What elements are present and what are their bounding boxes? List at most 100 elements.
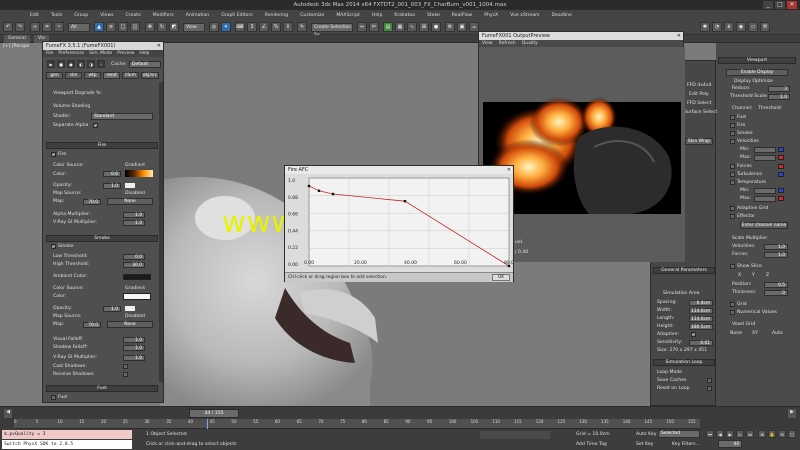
- key-filters-button[interactable]: Key Filters...: [672, 442, 700, 447]
- close-icon[interactable]: ✕: [507, 166, 511, 174]
- voxel-none-option[interactable]: None: [730, 331, 742, 336]
- menu-stoke[interactable]: Stoke: [421, 13, 446, 18]
- curve-editor-icon[interactable]: ∿: [407, 22, 417, 32]
- reduce-field[interactable]: 3: [768, 86, 790, 92]
- spinner-snap-icon[interactable]: ⇕: [283, 22, 293, 32]
- tab-wtp[interactable]: wtp: [84, 72, 101, 79]
- height-field[interactable]: 180.5cm: [689, 324, 713, 330]
- adaptive-grid-checkbox[interactable]: [730, 206, 735, 211]
- previous-frame-icon[interactable]: ◀: [716, 430, 724, 438]
- viewport-rollout[interactable]: Viewport: [718, 57, 796, 64]
- temperature-min-field[interactable]: [754, 188, 776, 194]
- forces-scale-field[interactable]: 1.0: [764, 252, 788, 258]
- go-to-end-icon[interactable]: ⏭: [746, 430, 754, 438]
- render-setup-icon[interactable]: ⚙: [445, 22, 455, 32]
- ffd-label[interactable]: FFD 4x4x4: [687, 83, 712, 88]
- reset-on-loop-checkbox[interactable]: [707, 386, 712, 391]
- select-manipulate-icon[interactable]: ✦: [221, 22, 231, 32]
- fumefx-titlebar[interactable]: FumeFX 3.5.1 (FumeFX001) ✕: [43, 42, 163, 50]
- menu-group[interactable]: Group: [68, 13, 94, 18]
- menu-maxscript[interactable]: MAXScript: [330, 13, 366, 18]
- thickness-field[interactable]: 0: [764, 290, 788, 296]
- menu-graph-editors[interactable]: Graph Editors: [215, 13, 259, 18]
- smoke-map-field[interactable]: 70.0: [83, 322, 101, 328]
- position-field[interactable]: 0.5: [764, 282, 788, 288]
- separate-alpha-checkbox[interactable]: ✔: [93, 123, 98, 128]
- maximize-viewport-icon[interactable]: ▢: [788, 430, 796, 438]
- fire-afc-titlebar[interactable]: Fire AFC ✕: [285, 166, 513, 174]
- fire-alpha-multiplier-field[interactable]: 1.0: [123, 212, 145, 218]
- go-to-start-icon[interactable]: ⏮: [706, 430, 714, 438]
- selection-filter-combo[interactable]: All: [68, 23, 90, 32]
- selected-combo[interactable]: Selected: [658, 430, 700, 438]
- play-animation-icon[interactable]: ▶: [726, 430, 734, 438]
- material-editor-icon[interactable]: ●: [431, 22, 441, 32]
- turbulence-channel-checkbox[interactable]: [730, 172, 735, 177]
- zoom-icon[interactable]: ⊕: [758, 430, 766, 438]
- fuel-checkbox[interactable]: [51, 395, 56, 400]
- rendered-frame-icon[interactable]: ▣: [457, 22, 467, 32]
- reference-coord-combo[interactable]: View: [183, 23, 205, 32]
- smoke-ambient-swatch[interactable]: [123, 274, 151, 280]
- named-selection-combo[interactable]: Create Selection Se: [311, 23, 353, 38]
- edit-named-sets-icon[interactable]: ✎: [297, 22, 307, 32]
- pause-icon[interactable]: ■: [57, 60, 65, 68]
- fire-channel-checkbox[interactable]: [730, 123, 735, 128]
- timeline-prev-icon[interactable]: ◀: [4, 409, 12, 418]
- tab-illum[interactable]: illum: [122, 72, 139, 79]
- select-object-icon[interactable]: ▲: [94, 22, 104, 32]
- render-icon[interactable]: ◨: [87, 60, 95, 68]
- pivot-icon[interactable]: ◎: [209, 22, 219, 32]
- save-caches-checkbox[interactable]: [707, 378, 712, 383]
- fuel-channel-checkbox[interactable]: [730, 115, 735, 120]
- align-icon[interactable]: ⊨: [369, 22, 379, 32]
- scale-icon[interactable]: ◩: [169, 22, 179, 32]
- fumefx-scrollbar[interactable]: [159, 82, 163, 382]
- layer-manager-icon[interactable]: ▤: [383, 22, 393, 32]
- enable-display-button[interactable]: Enable Display: [726, 69, 788, 76]
- percent-snap-icon[interactable]: %: [271, 22, 281, 32]
- tab-general[interactable]: General: [4, 35, 30, 43]
- smoke-opacity-curve-icon[interactable]: [125, 306, 135, 311]
- set-key-button[interactable]: Set Key: [636, 442, 653, 447]
- undo-icon[interactable]: ↶: [3, 22, 13, 32]
- fire-vray-gi-field[interactable]: 1.0: [123, 220, 145, 226]
- menu-create[interactable]: Create: [120, 13, 147, 18]
- mirror-icon[interactable]: ⇔: [357, 22, 367, 32]
- output-preview-titlebar[interactable]: FumeFX001 OutputPreview ✕: [479, 32, 683, 40]
- fumefx-menu-sim-mode[interactable]: Sim. Mode: [89, 50, 112, 57]
- fire-checkbox[interactable]: ✔: [51, 152, 56, 157]
- maximize-button[interactable]: □: [775, 1, 785, 9]
- grid-checkbox[interactable]: [730, 302, 735, 307]
- temperature-min-swatch[interactable]: [778, 188, 784, 193]
- temperature-channel-checkbox[interactable]: [730, 180, 735, 185]
- window-crossing-icon[interactable]: ◫: [130, 22, 140, 32]
- menu-modifiers[interactable]: Modifiers: [147, 13, 180, 18]
- fire-map-button[interactable]: None: [107, 198, 153, 205]
- smoke-map-button[interactable]: None: [107, 321, 153, 328]
- velocities-max-swatch[interactable]: [778, 155, 784, 160]
- fire-gradient-swatch[interactable]: [125, 170, 153, 177]
- spacing-field[interactable]: 0.4cm: [689, 300, 713, 306]
- fumefx-menu-preview[interactable]: Preview: [117, 50, 134, 57]
- time-slider[interactable]: ◀ 44 / 155 ▶: [0, 406, 800, 419]
- fire-map-field[interactable]: 70.0: [83, 199, 101, 205]
- modify-icon[interactable]: ◔: [712, 22, 722, 32]
- fire-map-source-value[interactable]: Disabled: [125, 191, 145, 196]
- velocities-min-swatch[interactable]: [778, 147, 784, 152]
- menu-customize[interactable]: Customize: [294, 13, 330, 18]
- keyboard-shortcut-icon[interactable]: ⌨: [235, 22, 245, 32]
- smoke-high-threshold-field[interactable]: 30.0: [123, 262, 145, 268]
- smoke-low-threshold-field[interactable]: 0.0: [123, 254, 145, 260]
- timeline-next-icon[interactable]: ▶: [788, 409, 796, 418]
- auto-key-button[interactable]: Auto Key: [636, 432, 656, 437]
- play-icon[interactable]: ▶: [47, 60, 55, 68]
- shader-combo[interactable]: Standard: [91, 113, 153, 120]
- menu-krakatoa[interactable]: Krakatoa: [388, 13, 421, 18]
- tab-sim[interactable]: sim: [65, 72, 82, 79]
- maxscript-listener-line1[interactable]: $.pvQuality = 3: [2, 430, 132, 439]
- smoke-receive-shadows-checkbox[interactable]: [123, 372, 128, 377]
- velocities-channel-checkbox[interactable]: [730, 139, 735, 144]
- menu-edit[interactable]: Edit: [24, 13, 45, 18]
- close-button[interactable]: ✕: [787, 1, 797, 9]
